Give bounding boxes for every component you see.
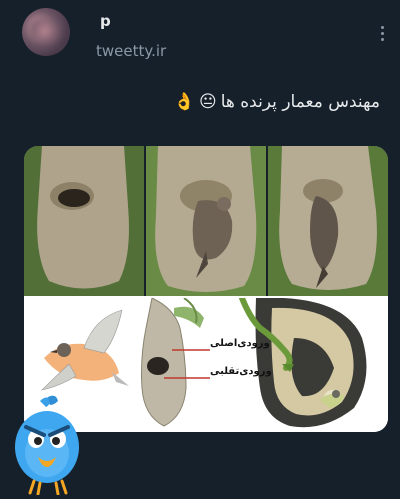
ok-hand-icon: 👌 bbox=[173, 91, 195, 112]
nest-photo-1[interactable] bbox=[24, 146, 144, 296]
photo-strip bbox=[24, 146, 388, 296]
nest-photo-2[interactable] bbox=[146, 146, 266, 296]
neutral-face-icon: 😐 bbox=[198, 91, 217, 112]
avatar[interactable] bbox=[22, 8, 70, 56]
more-vertical-icon[interactable] bbox=[378, 26, 386, 44]
tweet-post: p tweetty.ir مهندس معمار پرنده ها 😐 👌 ور… bbox=[0, 0, 400, 499]
flying-bird-drawing bbox=[41, 309, 129, 391]
post-text-row: مهندس معمار پرنده ها 😐 👌 bbox=[174, 92, 380, 112]
fake-entrance-label: ورودی‌تقلبی bbox=[210, 366, 272, 377]
cutaway-nest-drawing bbox=[239, 295, 367, 428]
post-media[interactable]: ورودی‌اصلی ورودی‌تقلبی bbox=[24, 146, 388, 432]
hanging-nest-drawing bbox=[141, 297, 204, 427]
twitter-bird-mascot-icon bbox=[12, 395, 82, 496]
post-text: مهندس معمار پرنده ها bbox=[220, 92, 380, 112]
user-name[interactable]: p bbox=[100, 12, 111, 30]
user-handle[interactable]: tweetty.ir bbox=[96, 42, 166, 60]
main-entrance-label: ورودی‌اصلی bbox=[210, 338, 270, 349]
nest-photo-3[interactable] bbox=[268, 146, 388, 296]
